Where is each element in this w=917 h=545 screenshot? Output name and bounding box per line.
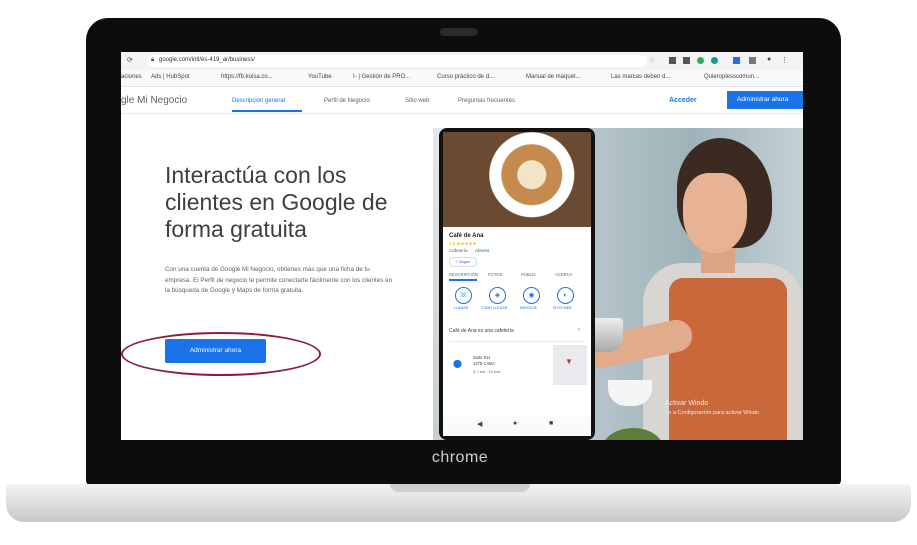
- lock-icon: 🔒︎: [151, 57, 155, 63]
- extension-icon[interactable]: [733, 57, 740, 64]
- recents-icon[interactable]: ■: [549, 420, 553, 427]
- laptop-brand: chrome: [431, 449, 489, 466]
- signin-link[interactable]: Acceder: [669, 97, 697, 104]
- barista-face: [683, 173, 747, 253]
- extension-icon[interactable]: [669, 57, 676, 64]
- screen: ⟳ 🔒︎ google.com/intl/es-419_ar/business/…: [121, 52, 803, 440]
- nav-website[interactable]: Sitio web: [405, 98, 429, 104]
- chevron-right-icon[interactable]: ›: [578, 327, 580, 333]
- bookmark[interactable]: Quieroplesscomun...: [704, 74, 759, 80]
- active-tab-indicator: [232, 110, 302, 112]
- location-pin-icon: ⬤: [453, 359, 462, 368]
- hero-headline: Interactúa con los clientes en Google de…: [165, 162, 388, 242]
- bookmark[interactable]: aciones: [121, 74, 142, 80]
- distance-text: 2,7 km · 10 min: [473, 369, 501, 374]
- tab-about[interactable]: ACERCA: [555, 272, 572, 277]
- extension-icon[interactable]: [749, 57, 756, 64]
- bookmarks-bar: aciones Ads | HubSpot https://fb.koisa.c…: [121, 70, 803, 87]
- menu-icon[interactable]: ⋮: [781, 56, 788, 64]
- extension-icon[interactable]: [683, 57, 690, 64]
- business-rating: 4.8 ★★★★★: [449, 241, 477, 246]
- bookmark[interactable]: Curso práctico de d...: [437, 74, 494, 80]
- call-label: LLAMAR: [454, 306, 469, 310]
- address-line: Suite 911: [473, 355, 491, 360]
- phone-screen: Café de Ana 4.8 ★★★★★ Cafetería · Abiert…: [443, 132, 591, 436]
- business-card: Café de Ana 4.8 ★★★★★ Cafetería · Abiert…: [443, 227, 591, 436]
- url-text: google.com/intl/es-419_ar/business/: [159, 57, 256, 63]
- business-name: Café de Ana: [449, 233, 484, 239]
- coffee-image: [443, 132, 591, 227]
- tab-public[interactable]: PÚBLIC: [521, 272, 536, 277]
- active-tab-indicator: [449, 279, 477, 281]
- follow-button[interactable]: + Seguir: [449, 257, 477, 267]
- extension-icon[interactable]: [711, 57, 718, 64]
- map-pin-icon: ▼: [565, 357, 573, 366]
- website-label: SITIO WEB: [553, 306, 572, 310]
- bookmark[interactable]: YouTube: [308, 74, 332, 80]
- nav-business-profile[interactable]: Perfil de Negocio: [324, 98, 370, 104]
- business-status: Abierto: [475, 248, 490, 253]
- star-icon[interactable]: ☆: [649, 56, 655, 64]
- message-label: MENSAJE: [520, 306, 537, 310]
- bookmark[interactable]: Ads | HubSpot: [151, 74, 190, 80]
- bookmark[interactable]: Manual de maquet...: [526, 74, 581, 80]
- directions-label: CÓMO LLEGAR: [481, 306, 508, 310]
- bookmark[interactable]: Las marcas deben d...: [611, 74, 670, 80]
- windows-watermark-sub: Ve a Configuración para activar Windo: [665, 410, 759, 416]
- browser-toolbar: ⟳ 🔒︎ google.com/intl/es-419_ar/business/…: [121, 52, 803, 70]
- phone-mockup: Café de Ana 4.8 ★★★★★ Cafetería · Abiert…: [439, 128, 595, 440]
- directions-icon[interactable]: ◈: [489, 287, 506, 304]
- site-logo[interactable]: gle Mi Negocio: [121, 95, 187, 106]
- extension-icon[interactable]: [697, 57, 704, 64]
- website-icon[interactable]: ◐: [557, 287, 574, 304]
- site-header: gle Mi Negocio Descripción general Perfi…: [121, 87, 803, 114]
- nav-overview[interactable]: Descripción general: [232, 98, 285, 104]
- nav-faq[interactable]: Preguntas frecuentes: [458, 98, 515, 104]
- divider: [449, 341, 585, 342]
- home-icon[interactable]: ●: [513, 420, 517, 427]
- address-line: 1278 CABA: [473, 361, 495, 366]
- windows-watermark: Activar Windo: [665, 400, 709, 407]
- back-icon[interactable]: ◀: [477, 420, 482, 428]
- tab-photos[interactable]: FOTOS: [488, 272, 502, 277]
- bookmark[interactable]: https://fb.koisa.co...: [221, 74, 273, 80]
- laptop-hinge-notch: [390, 484, 530, 492]
- message-icon[interactable]: ◉: [523, 287, 540, 304]
- bookmark[interactable]: I- | Gestión de PRO...: [353, 74, 410, 80]
- about-text[interactable]: Café de Ana es una cafetería: [449, 328, 514, 334]
- admin-now-header-button[interactable]: Administrar ahora: [727, 91, 803, 109]
- reload-icon[interactable]: ⟳: [127, 56, 133, 64]
- annotation-circle: [121, 332, 321, 376]
- phone-navbar: ◀ ● ■: [443, 417, 591, 436]
- call-icon[interactable]: ☏: [455, 287, 472, 304]
- hero-description: Con una cuenta de Google Mi Negocio, obt…: [165, 266, 393, 294]
- profile-icon[interactable]: ●: [767, 56, 771, 63]
- camera: [440, 28, 478, 36]
- tab-description[interactable]: DESCRIPCIÓN: [449, 272, 478, 277]
- business-type: Cafetería ·: [449, 248, 471, 253]
